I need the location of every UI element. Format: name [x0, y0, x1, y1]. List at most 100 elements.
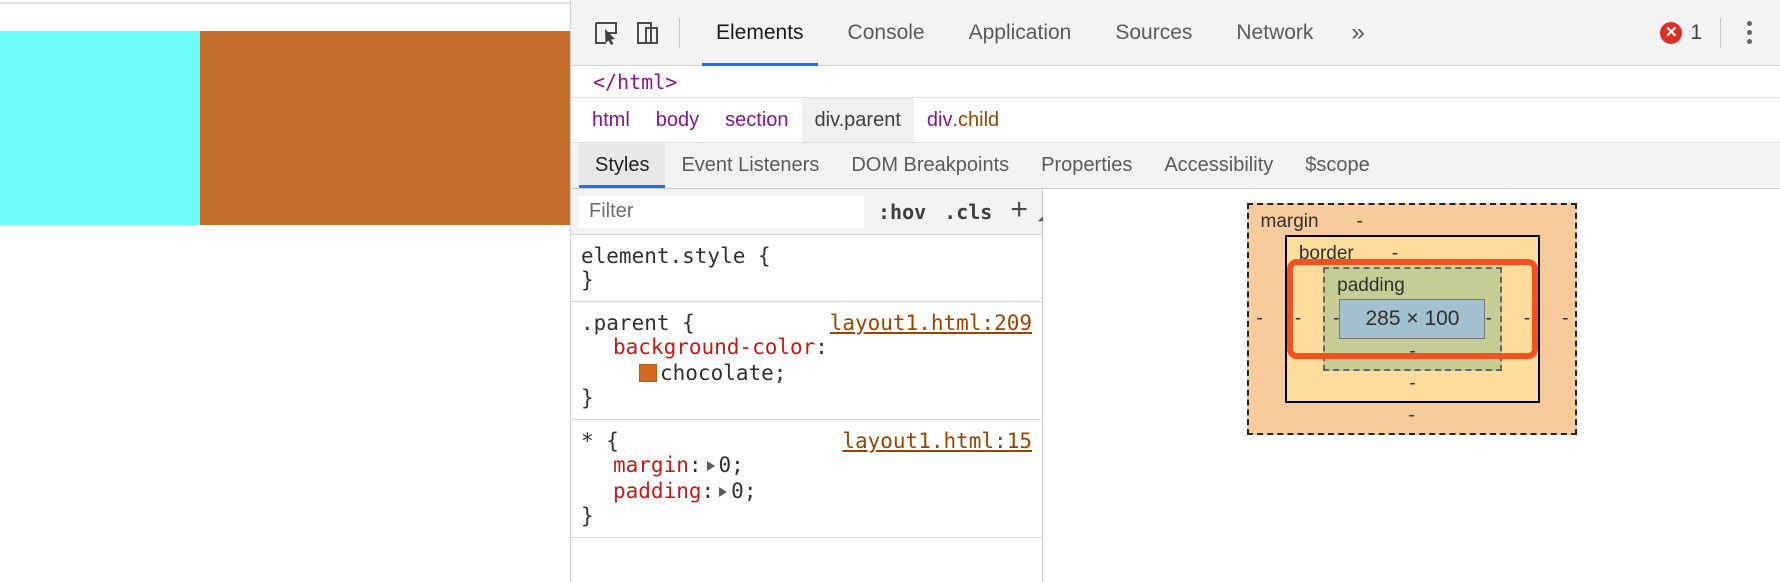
page-empty-area [0, 225, 570, 582]
css-selector[interactable]: .parent { [581, 311, 695, 335]
css-origin-link[interactable]: layout1.html:15 [842, 429, 1032, 453]
kebab-menu-icon[interactable] [1735, 13, 1764, 52]
css-rule-parent[interactable]: .parent { layout1.html:209 background-co… [571, 302, 1042, 421]
breadcrumb-label: div [926, 108, 953, 131]
tab-console[interactable]: Console [826, 0, 947, 66]
error-count: 1 [1690, 20, 1702, 44]
expand-arrow-icon[interactable] [706, 461, 715, 472]
css-origin-link[interactable]: layout1.html:209 [830, 311, 1032, 335]
tab-scope-label: $scope [1305, 154, 1370, 176]
error-indicator[interactable]: ✕ 1 [1660, 21, 1706, 45]
tab-styles-label: Styles [595, 154, 650, 176]
css-declaration[interactable]: padding: 0; [581, 479, 1042, 505]
tab-accessibility[interactable]: Accessibility [1148, 143, 1289, 188]
tab-network-label: Network [1236, 20, 1314, 44]
tab-event-listeners[interactable]: Event Listeners [665, 143, 835, 188]
css-declaration[interactable]: margin: 0; [581, 453, 1042, 479]
tab-network[interactable]: Network [1214, 0, 1335, 66]
css-property-value[interactable]: 0; [731, 479, 756, 503]
padding-middle-row: - 285 × 100 - [1325, 297, 1500, 341]
breadcrumb-item-section[interactable]: section [712, 98, 801, 142]
div-parent-block [200, 31, 570, 225]
tab-properties-label: Properties [1041, 154, 1133, 176]
css-selector[interactable]: * { [581, 429, 619, 453]
css-rule-universal[interactable]: * { layout1.html:15 margin: 0; padding: 0;… [571, 420, 1042, 539]
devtools-panel: Elements Console Application Sources Net… [570, 0, 1780, 582]
cls-toggle-button[interactable]: .cls [940, 200, 996, 224]
css-property-name[interactable]: margin [613, 453, 689, 477]
tab-elements[interactable]: Elements [694, 0, 826, 66]
filter-input[interactable] [579, 195, 864, 228]
css-rule-element-style[interactable]: element.style { } [571, 235, 1042, 302]
css-property-name[interactable]: padding [613, 479, 702, 503]
breadcrumb-label: section [725, 108, 789, 131]
breadcrumb-label: div.parent [814, 108, 901, 131]
tab-dom-breakpoints-label: DOM Breakpoints [851, 154, 1010, 176]
box-model-content[interactable]: 285 × 100 [1339, 299, 1486, 339]
dom-closing-tag: </html> [593, 69, 678, 94]
margin-top-value[interactable]: - [1357, 211, 1363, 233]
content-size: 285 × 100 [1365, 307, 1460, 330]
border-bottom-value[interactable]: - [1287, 373, 1538, 395]
breadcrumb-item-html[interactable]: html [579, 98, 643, 142]
color-swatch-icon[interactable] [639, 363, 657, 382]
styles-sidebar-tabs: Styles Event Listeners DOM Breakpoints P… [571, 143, 1780, 189]
styles-pane: :hov .cls + ◢ element.style { } [571, 189, 1046, 582]
tab-dom-breakpoints[interactable]: DOM Breakpoints [835, 143, 1025, 188]
box-model-diagram: margin - - border - - padding - 285 × 10… [1246, 203, 1577, 435]
padding-label: padding [1337, 275, 1405, 296]
hov-toggle-button[interactable]: :hov [874, 200, 930, 224]
breadcrumb-item-body[interactable]: body [643, 98, 712, 142]
breadcrumb-label: html [592, 108, 630, 131]
padding-bottom-value[interactable]: - [1325, 341, 1500, 363]
css-declaration-value-row[interactable]: chocolate; [581, 361, 1042, 387]
tab-event-listeners-label: Event Listeners [681, 154, 820, 176]
border-right-value[interactable]: - [1524, 308, 1530, 330]
box-model-border[interactable]: border - - padding - 285 × 100 - - - - [1284, 235, 1541, 403]
box-model-margin[interactable]: margin - - border - - padding - 285 × 10… [1246, 203, 1577, 435]
breadcrumb: html body section div.parent div .child [571, 98, 1780, 143]
tab-styles[interactable]: Styles [579, 143, 666, 188]
expand-arrow-icon[interactable] [719, 486, 728, 497]
inspect-element-icon[interactable] [585, 12, 627, 54]
breadcrumb-item-div-child[interactable]: div .child [914, 98, 1012, 142]
tab-application[interactable]: Application [947, 0, 1094, 66]
css-property-value[interactable]: chocolate; [660, 361, 786, 385]
css-close-brace: } [581, 268, 594, 292]
tab-application-label: Application [968, 20, 1072, 44]
device-toolbar-toggle-icon[interactable] [627, 12, 669, 54]
margin-middle-row: - border - - padding - 285 × 100 - - - -… [1249, 233, 1575, 405]
styles-filter-bar: :hov .cls + ◢ [571, 189, 1046, 235]
tab-scope[interactable]: $scope [1289, 143, 1386, 188]
tab-accessibility-label: Accessibility [1164, 154, 1274, 176]
margin-right-value[interactable]: - [1562, 308, 1568, 330]
css-selector[interactable]: element.style { [581, 244, 771, 268]
error-close-icon: ✕ [1660, 21, 1683, 44]
tab-properties[interactable]: Properties [1025, 143, 1148, 188]
margin-bottom-value[interactable]: - [1249, 405, 1575, 427]
css-close-brace: } [581, 386, 594, 411]
border-header: border - [1287, 243, 1538, 265]
dom-tree-last-line[interactable]: </html> [571, 66, 1780, 98]
new-style-rule-button[interactable]: + [1006, 194, 1034, 225]
page-spacer [0, 4, 570, 31]
page-section [0, 31, 570, 225]
padding-right-value[interactable]: - [1485, 308, 1491, 330]
toolbar-divider-2 [1720, 17, 1721, 48]
css-property-value[interactable]: 0; [719, 453, 744, 477]
box-model-padding[interactable]: padding - 285 × 100 - - [1323, 267, 1502, 371]
tab-sources[interactable]: Sources [1093, 0, 1214, 66]
breadcrumb-label: body [655, 108, 700, 131]
more-tabs-label: » [1351, 18, 1365, 46]
css-rules-list: element.style { } .parent { layout1.html… [571, 235, 1042, 582]
more-tabs-icon[interactable]: » [1335, 0, 1380, 66]
css-declaration[interactable]: background-color: [581, 335, 1042, 361]
css-property-name[interactable]: background-color [613, 335, 815, 359]
tab-elements-label: Elements [716, 20, 804, 44]
border-top-value[interactable]: - [1392, 243, 1398, 265]
border-middle-row: - padding - 285 × 100 - - - [1287, 259, 1538, 373]
breadcrumb-class-suffix: .child [952, 108, 1000, 131]
toolbar-divider [679, 17, 680, 48]
border-label: border [1298, 243, 1354, 264]
breadcrumb-item-div-parent[interactable]: div.parent [801, 98, 914, 142]
